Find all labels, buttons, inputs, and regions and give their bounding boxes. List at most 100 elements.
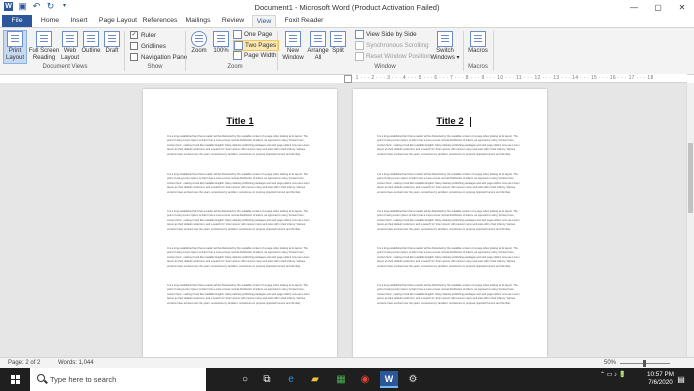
taskbar-search[interactable]: Type here to search [30,368,206,391]
ribbon-tabs: File Home Insert Page Layout References … [0,15,694,36]
side-by-side-icon [355,30,364,39]
horizontal-ruler[interactable]: · 1 · · · 2 · · · 3 · · · 4 · · · 5 · · … [352,74,687,83]
macros-icon [470,31,486,47]
outline-button[interactable]: Outline [81,31,101,63]
gridlines-checkbox[interactable]: Gridlines [130,42,166,50]
arrange-all-button[interactable]: Arrange All [306,31,330,63]
notifications-icon[interactable]: ▤ [674,371,688,388]
paragraph: It is a long established fact that a rea… [167,247,310,268]
group-label-zoom: Zoom [227,64,243,70]
group-label-show: Show [147,64,163,70]
ribbon-separator [277,31,278,71]
paragraph: It is a long established fact that a rea… [377,173,520,194]
tab-foxit-reader-pdf[interactable]: Foxit Reader PDF [278,15,330,36]
page-width-icon [233,51,242,60]
zoom-100-icon [213,31,229,47]
two-pages-button[interactable]: Two Pages [233,40,280,51]
paragraph: It is a long established fact that a rea… [167,284,310,305]
paragraph: It is a long established fact that a rea… [377,284,520,305]
navigation-pane-checkbox[interactable]: Navigation Pane [130,53,187,61]
task-view-icon[interactable]: ⧉ [258,371,276,388]
paragraph: It is a long established fact that a rea… [377,247,520,268]
zoom-100-button[interactable]: 100% [211,31,231,63]
start-button[interactable] [0,368,30,391]
two-pages-icon [234,41,243,50]
chrome-icon[interactable]: ◉ [356,371,374,388]
new-window-button[interactable]: New Window [280,31,306,63]
full-screen-reading-icon [36,31,52,47]
vertical-scrollbar[interactable] [686,83,694,357]
tab-stop-selector[interactable] [344,75,352,83]
web-layout-icon [62,31,78,47]
page-1[interactable]: Title 1 It is a long established fact th… [143,89,337,357]
split-icon [330,31,346,47]
page-count[interactable]: Page: 2 of 2 [8,360,40,366]
text-cursor [470,117,471,127]
synchronous-scrolling-button[interactable]: Synchronous Scrolling [355,41,429,50]
zoom-button[interactable]: Zoom [189,31,209,63]
maximize-button[interactable]: ▢ [646,0,670,15]
web-layout-button[interactable]: Web Layout [60,31,80,63]
window-title: Document1 - Microsoft Word (Product Acti… [254,3,440,12]
ribbon: Print Layout Full Screen Reading Web Lay… [0,27,694,75]
tab-view[interactable]: View [252,15,276,27]
ribbon-separator [124,31,125,71]
draft-icon [104,31,120,47]
outline-icon [83,31,99,47]
paragraph: It is a long established fact that a rea… [167,210,310,231]
view-side-by-side-button[interactable]: View Side by Side [355,30,417,39]
arrange-all-icon [310,31,326,47]
switch-windows-icon [437,31,453,47]
page-2[interactable]: Title 2 It is a long established fact th… [353,89,547,357]
page-title: Title 2 [436,116,464,127]
zoom-slider-thumb[interactable] [643,360,646,367]
tab-home[interactable]: Home [36,15,64,27]
one-page-button[interactable]: One Page [233,30,272,39]
tab-references[interactable]: References [142,15,178,27]
clock[interactable]: 10:57 PM 7/6/2020 [647,371,674,387]
sync-scroll-icon [355,41,364,50]
reset-window-position-button[interactable]: Reset Window Position [355,52,431,61]
windows-logo-icon [11,375,20,384]
magnifier-icon [191,31,207,47]
draft-button[interactable]: Draft [103,31,121,63]
close-button[interactable]: ✕ [670,0,694,15]
paragraph: It is a long established fact that a rea… [167,135,310,156]
group-label-window: Window [374,64,396,70]
tab-insert[interactable]: Insert [66,15,92,27]
system-tray[interactable]: ⌃ ▭ ♪ 🔋 [600,371,626,378]
taskbar: Type here to search ○ ⧉ e ▰ ▦ ◉ W ⚙ ⌃ ▭ … [0,368,694,391]
switch-windows-button[interactable]: Switch Windows ▾ [430,31,460,63]
word-icon[interactable]: W [380,371,398,388]
word-count[interactable]: Words: 1,044 [58,360,94,366]
page-width-button[interactable]: Page Width [233,51,277,60]
document-area[interactable]: Title 1 It is a long established fact th… [0,83,686,357]
tab-file[interactable]: File [2,15,32,27]
tab-review[interactable]: Review [218,15,248,27]
minimize-button[interactable]: — [622,0,646,15]
page-title: Title 1 [226,116,254,127]
ruler-checkbox[interactable]: ✓ Ruler [130,31,156,39]
one-page-icon [233,30,242,39]
window-controls: — ▢ ✕ [622,0,694,15]
print-layout-button[interactable]: Print Layout [3,30,27,64]
full-screen-reading-button[interactable]: Full Screen Reading [28,31,60,63]
paragraph: It is a long established fact that a rea… [377,210,520,231]
split-button[interactable]: Split [330,31,346,63]
ribbon-separator [493,31,494,71]
paragraph: It is a long established fact that a rea… [167,173,310,194]
macros-button[interactable]: Macros [466,31,490,63]
edge-icon[interactable]: e [282,371,300,388]
print-layout-icon [7,31,23,47]
explorer-icon[interactable]: ▰ [306,371,324,388]
settings-icon[interactable]: ⚙ [404,371,422,388]
zoom-level[interactable]: 50% [604,360,616,366]
cortana-icon[interactable]: ○ [236,371,254,388]
tab-mailings[interactable]: Mailings [182,15,214,27]
scrollbar-thumb[interactable] [688,143,693,213]
tab-page-layout[interactable]: Page Layout [96,15,140,27]
search-icon [37,374,45,382]
store-icon[interactable]: ▦ [332,371,350,388]
paragraph: It is a long established fact that a rea… [377,135,520,156]
group-label-macros: Macros [468,64,488,70]
